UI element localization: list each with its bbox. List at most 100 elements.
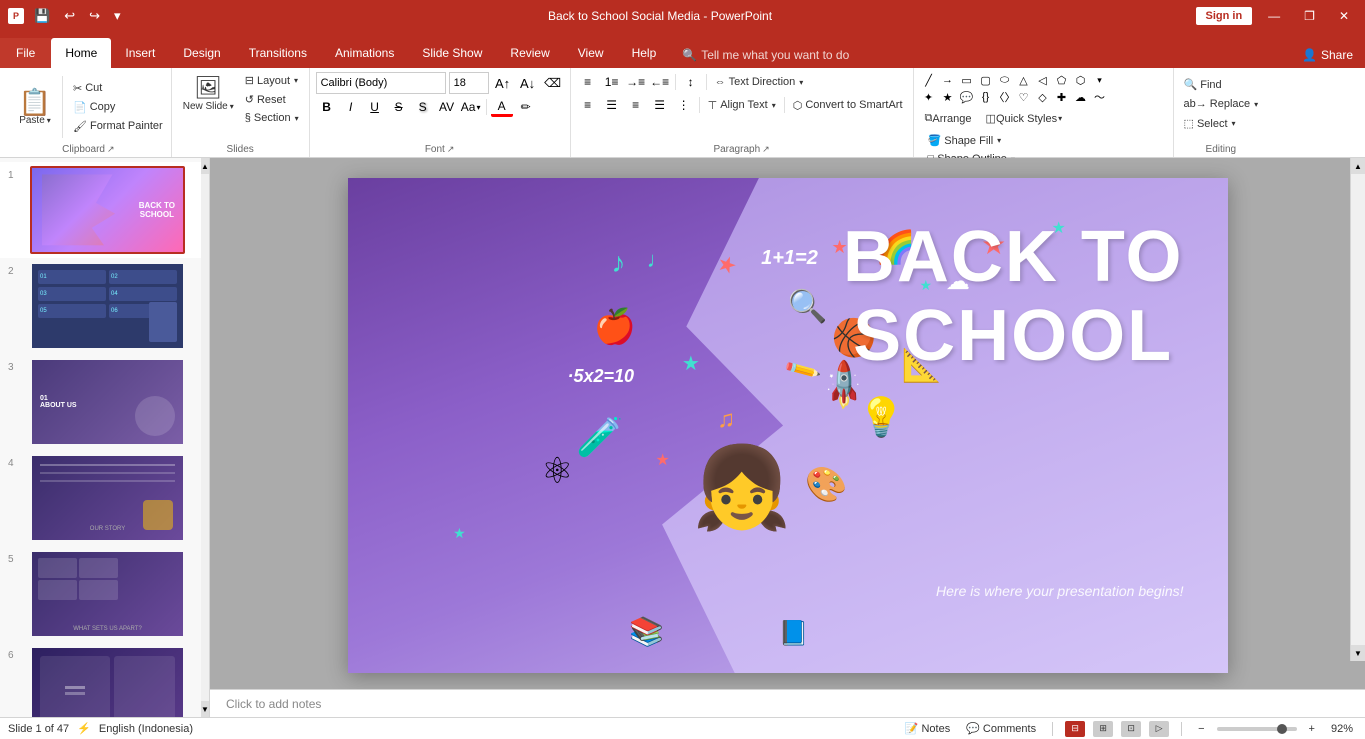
char-spacing-button[interactable]: AV [436, 97, 458, 117]
arrange-button[interactable]: ⧉ Arrange [920, 109, 977, 128]
canvas-area[interactable]: ▲ ▼ ★ ★ ★ ★ ★ ★ ★ ★ [210, 158, 1365, 689]
slide-panel-scrollbar[interactable]: ▲ ▼ [201, 158, 209, 717]
bold-button[interactable]: B [316, 97, 338, 117]
tab-view[interactable]: View [564, 38, 618, 68]
notes-button[interactable]: 📝 Notes [901, 721, 954, 736]
shape-rtri[interactable]: ◁ [1034, 72, 1052, 88]
tab-file[interactable]: File [0, 38, 51, 68]
increase-font-button[interactable]: A↑ [492, 73, 514, 93]
shape-fill-button[interactable]: 🪣 Shape Fill▾ [924, 132, 1025, 149]
shape-heart[interactable]: ♡ [1015, 89, 1033, 105]
slide-item-6[interactable]: 6 [0, 642, 209, 717]
zoom-level[interactable]: 92% [1327, 722, 1357, 736]
shape-pentagon[interactable]: ⬠ [1053, 72, 1071, 88]
reset-button[interactable]: ↺ Reset [241, 91, 303, 108]
cut-button[interactable]: ✂ Cut [69, 80, 167, 97]
copy-button[interactable]: 📄 Copy [69, 99, 167, 116]
shape-callout[interactable]: 💬 [958, 89, 976, 105]
clipboard-expand-icon[interactable]: ↗ [107, 144, 115, 155]
accessibility-icon[interactable]: ⚡ [77, 722, 91, 735]
font-size-input[interactable] [449, 72, 489, 94]
close-button[interactable]: ✕ [1331, 7, 1357, 25]
layout-button[interactable]: ⊟ Layout▾ [241, 72, 303, 89]
reading-view-button[interactable]: ⊡ [1121, 721, 1141, 737]
shapes-more[interactable]: ▾ [1091, 72, 1109, 88]
text-shadow-button[interactable]: S [412, 97, 434, 117]
text-direction-button[interactable]: ⇔ Text Direction▾ [711, 74, 808, 90]
section-button[interactable]: § Section▾ [241, 110, 303, 126]
slide-item-2[interactable]: 2 01 02 03 04 05 06 [0, 258, 209, 354]
tab-help[interactable]: Help [618, 38, 671, 68]
decrease-font-button[interactable]: A↓ [517, 73, 539, 93]
scroll-up-button[interactable]: ▲ [201, 158, 209, 174]
slide-panel[interactable]: ▲ ▼ 1 BACK TOSCHOOL 2 01 02 [0, 158, 210, 717]
tab-review[interactable]: Review [496, 38, 563, 68]
redo-button[interactable]: ↪ [85, 6, 104, 26]
paste-button[interactable]: 📋 Paste▾ [10, 72, 60, 142]
canvas-scroll-down[interactable]: ▼ [1351, 645, 1365, 661]
shape-star4[interactable]: ✦ [920, 89, 938, 105]
minimize-button[interactable]: — [1260, 7, 1288, 25]
signin-button[interactable]: Sign in [1196, 7, 1253, 25]
format-painter-button[interactable]: 🖌 Format Painter [69, 118, 167, 135]
canvas-scroll-up[interactable]: ▲ [1351, 158, 1365, 174]
customize-quick-access-button[interactable]: ▾ [110, 6, 125, 26]
italic-button[interactable]: I [340, 97, 362, 117]
columns-button[interactable]: ⋮ [673, 95, 695, 115]
replace-button[interactable]: ab→ Replace▾ [1180, 96, 1263, 112]
canvas-scrollbar[interactable]: ▲ ▼ [1350, 158, 1365, 661]
undo-button[interactable]: ↩ [60, 6, 79, 26]
shape-tri[interactable]: △ [1015, 72, 1033, 88]
font-expand-icon[interactable]: ↗ [447, 144, 455, 155]
new-slide-button[interactable]: 🖼 New Slide▾ [178, 72, 239, 115]
shape-oval[interactable]: ⬭ [996, 72, 1014, 88]
indent-increase-button[interactable]: →≡ [625, 72, 647, 92]
scroll-down-button[interactable]: ▼ [201, 701, 209, 717]
indent-decrease-button[interactable]: ←≡ [649, 72, 671, 92]
shape-star5[interactable]: ★ [939, 89, 957, 105]
slide-canvas[interactable]: ★ ★ ★ ★ ★ ★ ★ ★ ★ 1+1=2 ·5x2=10 ♪ ♩ ♫ [348, 178, 1228, 673]
shape-cross[interactable]: ✚ [1053, 89, 1071, 105]
line-spacing-button[interactable]: ↕ [680, 72, 702, 92]
font-color-button[interactable]: A [491, 97, 513, 117]
shape-arrow[interactable]: → [939, 72, 957, 88]
align-text-button[interactable]: ⊤ Align Text▾ [704, 97, 780, 114]
tab-home[interactable]: Home [51, 38, 111, 68]
shape-brace[interactable]: 〈〉 [996, 89, 1014, 105]
notes-bar[interactable]: Click to add notes [210, 689, 1365, 717]
align-center-button[interactable]: ☰ [601, 95, 623, 115]
language[interactable]: English (Indonesia) [99, 723, 193, 735]
convert-smartart-button[interactable]: ⬡ Convert to SmartArt [789, 97, 907, 114]
text-highlight-button[interactable]: ✏ [515, 97, 537, 117]
search-tab[interactable]: 🔍 Tell me what you want to do [670, 42, 861, 68]
shape-bracket[interactable]: {} [977, 89, 995, 105]
zoom-slider[interactable] [1217, 727, 1297, 731]
slide-sorter-button[interactable]: ⊞ [1093, 721, 1113, 737]
slideshow-view-button[interactable]: ▷ [1149, 721, 1169, 737]
font-name-input[interactable] [316, 72, 446, 94]
shape-line[interactable]: ╱ [920, 72, 938, 88]
slide-item-4[interactable]: 4 OUR STORY [0, 450, 209, 546]
restore-button[interactable]: ❐ [1296, 7, 1323, 25]
shape-round-rect[interactable]: ▢ [977, 72, 995, 88]
select-button[interactable]: ⬚ Select▾ [1180, 115, 1263, 132]
strikethrough-button[interactable]: S [388, 97, 410, 117]
clear-format-button[interactable]: ⌫ [542, 73, 564, 93]
shape-cloud[interactable]: ☁ [1072, 89, 1090, 105]
shape-rect[interactable]: ▭ [958, 72, 976, 88]
paragraph-expand-icon[interactable]: ↗ [762, 144, 770, 155]
shape-diamond[interactable]: ◇ [1034, 89, 1052, 105]
justify-button[interactable]: ☰ [649, 95, 671, 115]
numbering-button[interactable]: 1≡ [601, 72, 623, 92]
align-right-button[interactable]: ≡ [625, 95, 647, 115]
tab-animations[interactable]: Animations [321, 38, 408, 68]
tab-insert[interactable]: Insert [111, 38, 169, 68]
normal-view-button[interactable]: ⊟ [1065, 721, 1085, 737]
shape-wave[interactable]: 〜 [1091, 89, 1109, 105]
tab-transitions[interactable]: Transitions [235, 38, 321, 68]
quick-styles-button[interactable]: ◫ Quick Styles▾ [981, 109, 1068, 128]
find-button[interactable]: 🔍 Find [1180, 76, 1263, 93]
underline-button[interactable]: U [364, 97, 386, 117]
save-button[interactable]: 💾 [30, 6, 54, 26]
zoom-in-button[interactable]: + [1305, 722, 1319, 736]
